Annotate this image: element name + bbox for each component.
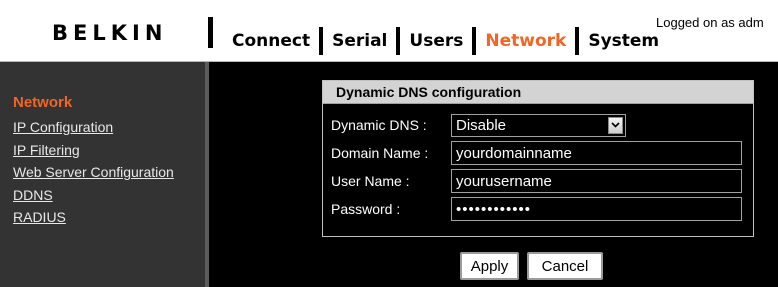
top-nav: Connect Serial Users Network System [232, 26, 659, 56]
chevron-down-icon[interactable] [608, 116, 623, 134]
nav-divider [575, 27, 580, 55]
dynamic-dns-value: Disable [456, 116, 507, 134]
sidebar-item-ip-configuration[interactable]: IP Configuration [13, 116, 174, 139]
apply-button[interactable]: Apply [460, 252, 519, 280]
sidebar: Network IP Configuration IP Filtering We… [0, 62, 205, 287]
sidebar-item-radius[interactable]: RADIUS [13, 206, 174, 229]
nav-users[interactable]: Users [409, 31, 463, 51]
sidebar-menu: IP Configuration IP Filtering Web Server… [13, 116, 174, 229]
password-row: Password : [331, 197, 745, 221]
ddns-config-panel: Dynamic DNS configuration Dynamic DNS : … [322, 80, 754, 237]
dynamic-dns-row: Dynamic DNS : Disable [331, 113, 745, 137]
nav-divider [396, 27, 401, 55]
sidebar-item-web-server-configuration[interactable]: Web Server Configuration [13, 161, 174, 184]
logged-on-status: Logged on as adm [656, 15, 764, 30]
password-label: Password : [331, 201, 401, 217]
domain-name-label: Domain Name : [331, 145, 429, 161]
nav-divider [319, 27, 324, 55]
nav-divider [472, 27, 477, 55]
user-name-row: User Name : [331, 169, 745, 193]
dynamic-dns-select[interactable]: Disable [451, 113, 626, 137]
password-input[interactable] [451, 197, 742, 221]
domain-name-row: Domain Name : [331, 141, 745, 165]
nav-network[interactable]: Network [485, 31, 566, 51]
nav-connect[interactable]: Connect [232, 31, 310, 51]
user-name-input[interactable] [451, 169, 742, 193]
sidebar-heading: Network [13, 94, 73, 111]
domain-name-input[interactable] [451, 141, 742, 165]
dynamic-dns-label: Dynamic DNS : [331, 117, 427, 133]
panel-title: Dynamic DNS configuration [323, 81, 753, 104]
nav-serial[interactable]: Serial [332, 31, 387, 51]
main-content: Dynamic DNS configuration Dynamic DNS : … [209, 62, 778, 287]
user-name-label: User Name : [331, 173, 410, 189]
nav-system[interactable]: System [588, 31, 659, 51]
logo-divider [208, 17, 213, 48]
header: BELKIN Connect Serial Users Network Syst… [0, 0, 778, 62]
sidebar-item-ip-filtering[interactable]: IP Filtering [13, 139, 174, 162]
cancel-button[interactable]: Cancel [527, 252, 603, 280]
belkin-logo: BELKIN [52, 21, 168, 45]
sidebar-item-ddns[interactable]: DDNS [13, 184, 174, 207]
